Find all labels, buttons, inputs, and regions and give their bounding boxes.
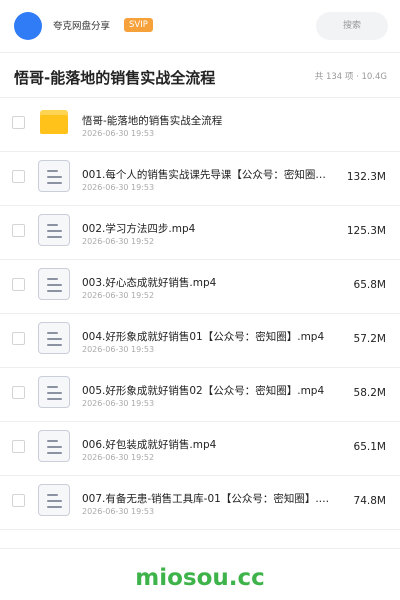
select-checkbox[interactable] <box>12 494 25 507</box>
file-size: 65.8M <box>353 279 386 291</box>
file-date: 2026-06-30 19:53 <box>82 507 155 516</box>
document-icon <box>38 376 70 408</box>
list-item[interactable]: 悟哥-能落地的销售实战全流程 2026-06-30 19:53 <box>0 98 400 152</box>
footer: miosou.cc <box>0 548 400 600</box>
file-date: 2026-06-30 19:53 <box>82 345 155 354</box>
folder-meta: 共 134 项 · 10.4G <box>314 72 387 82</box>
file-date: 2026-06-30 19:52 <box>82 237 155 246</box>
sharer-name: 夸克网盘分享 <box>53 21 111 32</box>
list-item[interactable]: 006.好包装成就好销售.mp4 2026-06-30 19:52 65.1M <box>0 422 400 476</box>
file-name: 悟哥-能落地的销售实战全流程 <box>82 115 223 127</box>
list-item[interactable]: 003.好心态成就好销售.mp4 2026-06-30 19:52 65.8M <box>0 260 400 314</box>
document-icon <box>38 484 70 516</box>
svip-badge: SVIP <box>124 18 153 32</box>
file-size: 125.3M <box>346 225 386 237</box>
select-checkbox[interactable] <box>12 116 25 129</box>
file-date: 2026-06-30 19:53 <box>82 399 155 408</box>
title-bar: 悟哥-能落地的销售实战全流程 共 134 项 · 10.4G <box>0 53 400 97</box>
list-item[interactable]: 007.有备无患-销售工具库-01【公众号：密知圈】.mp4 2026-06-3… <box>0 476 400 530</box>
select-checkbox[interactable] <box>12 278 25 291</box>
app-header: 夸克网盘分享 SVIP 搜索 <box>0 0 400 52</box>
file-name: 002.学习方法四步.mp4 <box>82 223 196 235</box>
select-checkbox[interactable] <box>12 170 25 183</box>
file-size: 65.1M <box>353 441 386 453</box>
file-name: 001.每个人的销售实战课先导课【公众号：密知圈】.mp4 <box>82 169 332 181</box>
file-name: 004.好形象成就好销售01【公众号：密知圈】.mp4 <box>82 331 325 343</box>
file-size: 74.8M <box>353 495 386 507</box>
file-list: 悟哥-能落地的销售实战全流程 2026-06-30 19:53 001.每个人的… <box>0 98 400 530</box>
select-checkbox[interactable] <box>12 332 25 345</box>
file-date: 2026-06-30 19:53 <box>82 129 155 138</box>
file-size: 58.2M <box>353 387 386 399</box>
search-button[interactable]: 搜索 <box>316 12 388 40</box>
file-name: 005.好形象成就好销售02【公众号：密知圈】.mp4 <box>82 385 325 397</box>
document-icon <box>38 322 70 354</box>
site-watermark: miosou.cc <box>135 565 265 591</box>
document-icon <box>38 214 70 246</box>
list-item[interactable]: 001.每个人的销售实战课先导课【公众号：密知圈】.mp4 2026-06-30… <box>0 152 400 206</box>
file-date: 2026-06-30 19:52 <box>82 453 155 462</box>
file-date: 2026-06-30 19:53 <box>82 183 155 192</box>
list-item[interactable]: 004.好形象成就好销售01【公众号：密知圈】.mp4 2026-06-30 1… <box>0 314 400 368</box>
select-checkbox[interactable] <box>12 440 25 453</box>
document-icon <box>38 160 70 192</box>
file-date: 2026-06-30 19:52 <box>82 291 155 300</box>
file-size: 132.3M <box>346 171 386 183</box>
list-item[interactable]: 005.好形象成就好销售02【公众号：密知圈】.mp4 2026-06-30 1… <box>0 368 400 422</box>
file-name: 007.有备无患-销售工具库-01【公众号：密知圈】.mp4 <box>82 493 332 505</box>
page-title: 悟哥-能落地的销售实战全流程 <box>14 69 216 87</box>
avatar[interactable] <box>14 12 42 40</box>
file-size: 57.2M <box>353 333 386 345</box>
select-checkbox[interactable] <box>12 386 25 399</box>
document-icon <box>38 268 70 300</box>
file-name: 006.好包装成就好销售.mp4 <box>82 439 217 451</box>
file-name: 003.好心态成就好销售.mp4 <box>82 277 217 289</box>
list-item[interactable]: 002.学习方法四步.mp4 2026-06-30 19:52 125.3M <box>0 206 400 260</box>
document-icon <box>38 430 70 462</box>
folder-icon <box>40 110 68 134</box>
select-checkbox[interactable] <box>12 224 25 237</box>
